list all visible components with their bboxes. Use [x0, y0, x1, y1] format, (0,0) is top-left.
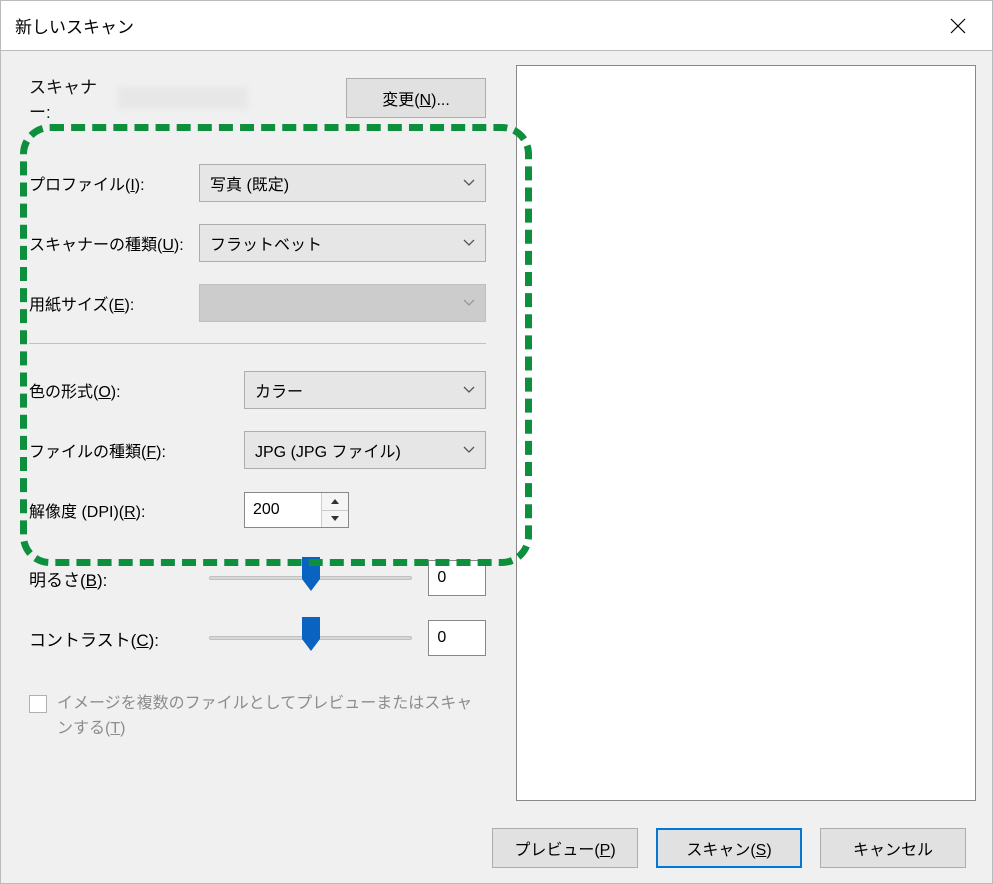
window-title: 新しいスキャン — [15, 13, 938, 38]
contrast-label: コントラスト(C): — [29, 626, 209, 651]
multipage-label: イメージを複数のファイルとしてプレビューまたはスキャンする(T) — [57, 692, 486, 742]
preview-button[interactable]: プレビュー(P) — [492, 828, 638, 868]
contrast-value[interactable]: 0 — [428, 620, 486, 656]
chevron-down-icon — [463, 234, 475, 252]
resolution-input[interactable] — [245, 493, 321, 527]
scan-button[interactable]: スキャン(S) — [656, 828, 802, 868]
resolution-spinner[interactable] — [244, 492, 349, 528]
slider-thumb[interactable] — [302, 617, 320, 656]
multipage-checkbox — [29, 695, 47, 713]
slider-thumb[interactable] — [302, 557, 320, 596]
file-type-combo[interactable]: JPG (JPG ファイル) — [244, 431, 486, 469]
scanner-type-combo[interactable]: フラットベット — [199, 224, 486, 262]
close-button[interactable] — [938, 6, 978, 46]
button-bar: プレビュー(P) スキャン(S) キャンセル — [1, 813, 992, 883]
spinner-down-button[interactable] — [322, 511, 348, 528]
scan-dialog: 新しいスキャン スキャナー: 変更(N)... プロファイル(I): 写真 (既… — [0, 0, 993, 884]
chevron-down-icon — [463, 294, 475, 312]
brightness-slider[interactable] — [209, 563, 412, 593]
preview-area — [516, 65, 976, 801]
color-format-combo[interactable]: カラー — [244, 371, 486, 409]
profile-label: プロファイル(I): — [29, 171, 199, 195]
change-scanner-button[interactable]: 変更(N)... — [346, 78, 486, 118]
color-format-label: 色の形式(O): — [29, 378, 244, 402]
close-icon — [950, 18, 966, 34]
divider — [29, 343, 486, 344]
preview-panel — [506, 51, 992, 815]
file-type-label: ファイルの種類(F): — [29, 438, 244, 462]
resolution-label: 解像度 (DPI)(R): — [29, 498, 244, 522]
paper-size-combo — [199, 284, 486, 322]
profile-combo[interactable]: 写真 (既定) — [199, 164, 486, 202]
paper-size-label: 用紙サイズ(E): — [29, 291, 199, 315]
brightness-value[interactable]: 0 — [428, 560, 486, 596]
cancel-button[interactable]: キャンセル — [820, 828, 966, 868]
settings-panel: スキャナー: 変更(N)... プロファイル(I): 写真 (既定) スキャナー… — [1, 51, 506, 815]
chevron-down-icon — [463, 381, 475, 399]
scanner-name-redacted — [118, 87, 248, 109]
chevron-down-icon — [463, 174, 475, 192]
titlebar: 新しいスキャン — [1, 1, 992, 51]
chevron-down-icon — [463, 441, 475, 459]
spinner-up-button[interactable] — [322, 493, 348, 511]
brightness-label: 明るさ(B): — [29, 566, 209, 591]
contrast-slider[interactable] — [209, 623, 412, 653]
scanner-type-label: スキャナーの種類(U): — [29, 231, 199, 255]
scanner-label: スキャナー: — [29, 73, 114, 123]
